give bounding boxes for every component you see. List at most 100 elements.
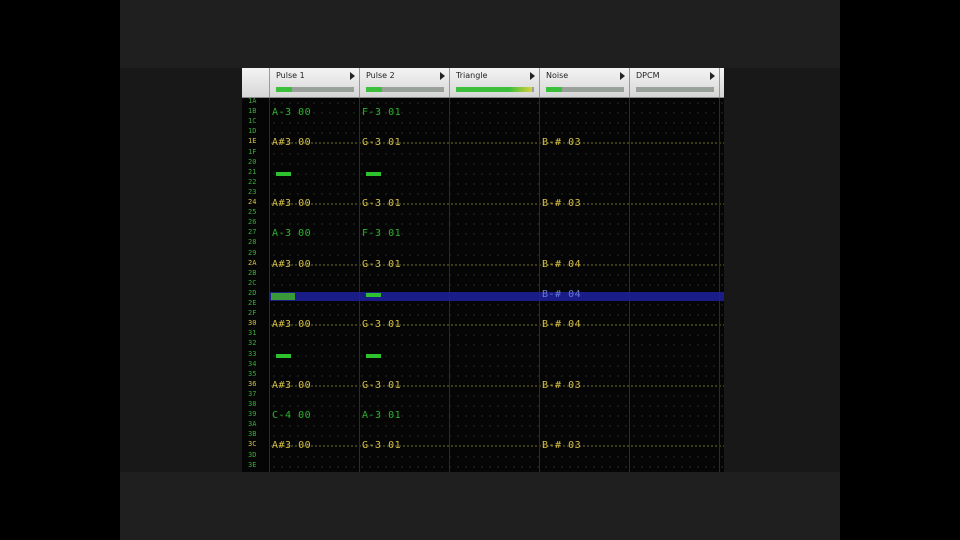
row-dots: [270, 132, 724, 135]
row-number[interactable]: 3A: [248, 421, 268, 429]
note-cell[interactable]: G-3 01: [362, 259, 401, 271]
row-dots: [270, 465, 724, 468]
note-cut-marker[interactable]: [276, 353, 291, 358]
row-number[interactable]: 37: [248, 390, 268, 399]
note-cut-marker[interactable]: [276, 171, 291, 176]
row-number[interactable]: 1B: [248, 107, 268, 116]
volume-meter-fill: [546, 87, 562, 92]
row-number[interactable]: 2B: [248, 269, 268, 278]
note-cell[interactable]: G-3 01: [362, 198, 401, 210]
row-number[interactable]: 1A: [248, 97, 268, 106]
note-cell[interactable]: B-# 04: [542, 289, 581, 301]
row-number[interactable]: 35: [248, 370, 268, 379]
row-number[interactable]: 34: [248, 360, 268, 369]
row-number[interactable]: 31: [248, 330, 268, 338]
note-cell[interactable]: A-3 00: [272, 228, 311, 240]
pattern-grid[interactable]: 1A 1B 1C 1D 1E 1F 20 21 22 23 24 25 26 27 28 29 2A 2B 2C 2D…: [242, 97, 724, 472]
note-cut-marker[interactable]: [366, 353, 381, 358]
expand-arrow-icon[interactable]: [530, 72, 535, 80]
row-number[interactable]: 21: [248, 168, 268, 177]
row-number[interactable]: 2F: [248, 309, 268, 318]
row-number[interactable]: 22: [248, 178, 268, 187]
channel-header-noise[interactable]: Noise: [540, 68, 630, 97]
row-dots: [270, 273, 724, 276]
row-number[interactable]: 3C: [248, 441, 268, 449]
row-number[interactable]: 2C: [248, 279, 268, 288]
note-cell[interactable]: B-# 03: [542, 198, 581, 210]
row-number[interactable]: 25: [248, 208, 268, 217]
row-number[interactable]: 3D: [248, 451, 268, 460]
row-number[interactable]: 38: [248, 400, 268, 409]
channel-separator: [359, 98, 360, 472]
volume-meter: [366, 87, 444, 92]
note-cell[interactable]: A#3 00: [272, 380, 311, 392]
row-number[interactable]: 26: [248, 219, 268, 227]
row-number[interactable]: 36: [248, 380, 268, 389]
note-cell[interactable]: B-# 03: [542, 380, 581, 392]
note-cell[interactable]: A#3 00: [272, 440, 311, 452]
row-number[interactable]: 20: [248, 158, 268, 167]
row-number[interactable]: 1D: [248, 128, 268, 136]
row-number[interactable]: 1F: [248, 148, 268, 157]
note-cell[interactable]: A#3 00: [272, 319, 311, 331]
note-cut-marker[interactable]: [271, 292, 295, 300]
row-number[interactable]: 2D: [248, 289, 268, 298]
note-cell[interactable]: B-# 04: [542, 319, 581, 331]
expand-arrow-icon[interactable]: [710, 72, 715, 80]
note-cell[interactable]: A#3 00: [272, 198, 311, 210]
channel-name: Noise: [546, 71, 569, 80]
row-number[interactable]: 39: [248, 410, 268, 419]
note-cut-marker[interactable]: [366, 292, 381, 297]
row-dots: [270, 445, 724, 448]
note-cell[interactable]: F-3 01: [362, 228, 401, 240]
channel-header-dpcm[interactable]: DPCM: [630, 68, 720, 97]
note-cell[interactable]: G-3 01: [362, 380, 401, 392]
row-number[interactable]: 1E: [248, 138, 268, 146]
volume-meter-fill: [276, 87, 292, 92]
note-cell[interactable]: A-3 01: [362, 410, 401, 422]
row-dots: [270, 394, 724, 397]
note-cell[interactable]: G-3 01: [362, 440, 401, 452]
row-dots: [270, 324, 724, 327]
expand-arrow-icon[interactable]: [350, 72, 355, 80]
note-cell[interactable]: B-# 03: [542, 440, 581, 452]
note-cell[interactable]: C-4 00: [272, 410, 311, 422]
row-number[interactable]: 33: [248, 350, 268, 359]
note-cell[interactable]: F-3 01: [362, 107, 401, 119]
note-cell[interactable]: A-3 00: [272, 107, 311, 119]
channel-header-pulse-2[interactable]: Pulse 2: [360, 68, 450, 97]
expand-arrow-icon[interactable]: [620, 72, 625, 80]
row-dots: [270, 172, 724, 175]
channel-header-triangle[interactable]: Triangle: [450, 68, 540, 97]
row-dots: [270, 415, 724, 418]
channel-header-pulse-1[interactable]: Pulse 1: [270, 68, 360, 97]
row-dots: [270, 162, 724, 165]
row-number[interactable]: 1C: [248, 118, 268, 126]
row-number[interactable]: 2E: [248, 299, 268, 308]
note-cut-marker[interactable]: [366, 171, 381, 176]
row-number[interactable]: 29: [248, 249, 268, 258]
channel-separator: [629, 98, 630, 472]
row-number[interactable]: 28: [248, 239, 268, 247]
row-number[interactable]: 3E: [248, 461, 268, 470]
note-cell[interactable]: A#3 00: [272, 137, 311, 149]
note-cell[interactable]: G-3 01: [362, 319, 401, 331]
row-number[interactable]: 27: [248, 229, 268, 237]
row-number[interactable]: 24: [248, 198, 268, 207]
row-dots: [270, 425, 724, 428]
note-cell[interactable]: G-3 01: [362, 137, 401, 149]
row-number[interactable]: 32: [248, 340, 268, 348]
channel-separator: [719, 98, 720, 472]
row-number[interactable]: 2A: [248, 259, 268, 268]
row-number[interactable]: 23: [248, 188, 268, 197]
letterbox-bottom: [120, 472, 840, 540]
pattern-editor[interactable]: Pulse 1 Pulse 2 Triangle Noise DPCM 1A 1B 1C 1D…: [242, 68, 724, 472]
note-cell[interactable]: B-# 03: [542, 137, 581, 149]
row-number[interactable]: 3B: [248, 431, 268, 439]
header-corner: [242, 68, 270, 97]
note-cell[interactable]: A#3 00: [272, 259, 311, 271]
note-cell[interactable]: B-# 04: [542, 259, 581, 271]
expand-arrow-icon[interactable]: [440, 72, 445, 80]
row-number[interactable]: 30: [248, 320, 268, 328]
row-dots: [270, 152, 724, 155]
